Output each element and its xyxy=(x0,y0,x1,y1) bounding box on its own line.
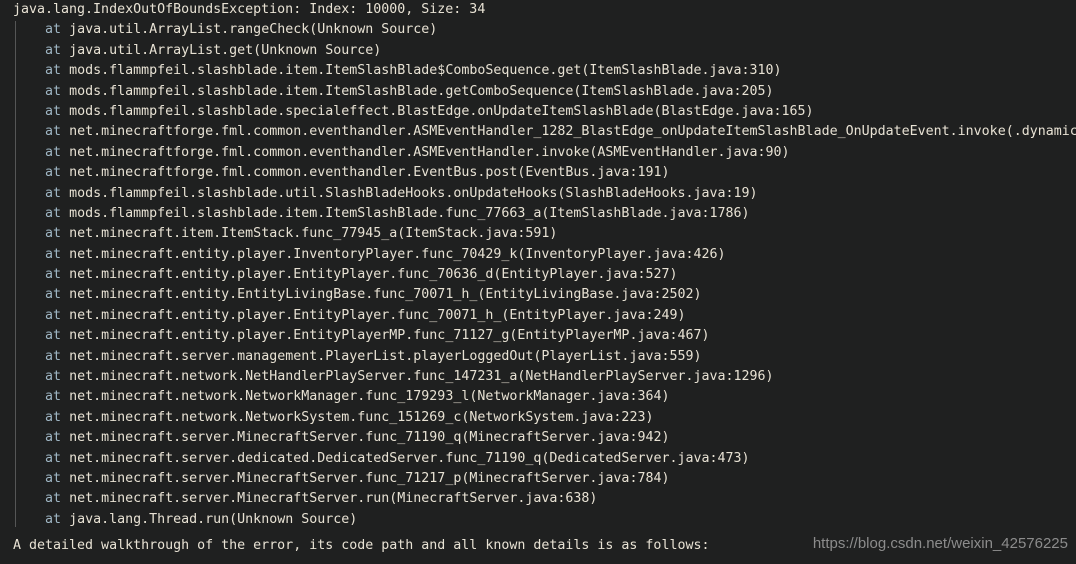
watermark-url: https://blog.csdn.net/weixin_42576225 xyxy=(812,535,1068,552)
stack-frame: at net.minecraft.entity.player.Inventory… xyxy=(0,245,1076,265)
stack-frame: at net.minecraft.network.NetworkSystem.f… xyxy=(0,408,1076,428)
stack-frame: at net.minecraft.server.dedicated.Dedica… xyxy=(0,449,1076,469)
frame-at-keyword: at xyxy=(45,185,62,201)
stack-frame: at mods.flammpfeil.slashblade.item.ItemS… xyxy=(0,204,1076,224)
frame-at-keyword: at xyxy=(45,226,62,242)
stack-frame: at net.minecraft.entity.player.EntityPla… xyxy=(0,265,1076,285)
frame-location: mods.flammpfeil.slashblade.util.SlashBla… xyxy=(69,185,758,201)
stack-frame: at mods.flammpfeil.slashblade.specialeff… xyxy=(0,102,1076,122)
frame-at-keyword: at xyxy=(45,287,62,303)
stack-frame: at net.minecraft.server.management.Playe… xyxy=(0,347,1076,367)
frame-at-keyword: at xyxy=(45,144,62,160)
frame-location: net.minecraft.entity.player.InventoryPla… xyxy=(69,246,726,262)
frame-location: net.minecraft.server.MinecraftServer.fun… xyxy=(69,470,670,486)
frame-at-keyword: at xyxy=(45,389,62,405)
summary-text: A detailed walkthrough of the error, its… xyxy=(13,538,710,553)
frame-location: net.minecraft.server.MinecraftServer.run… xyxy=(69,491,598,507)
frame-location: net.minecraft.server.management.PlayerLi… xyxy=(69,348,702,364)
frame-location: net.minecraft.entity.EntityLivingBase.fu… xyxy=(69,287,702,303)
stack-frame: at net.minecraft.server.MinecraftServer.… xyxy=(0,469,1076,489)
frame-at-keyword: at xyxy=(45,430,62,446)
frame-at-keyword: at xyxy=(45,511,62,527)
stack-frame-list: at java.util.ArrayList.rangeCheck(Unknow… xyxy=(0,20,1076,530)
frame-at-keyword: at xyxy=(45,22,62,38)
frame-at-keyword: at xyxy=(45,307,62,323)
stack-trace-body: java.lang.IndexOutOfBoundsException: Ind… xyxy=(0,0,1076,530)
frame-at-keyword: at xyxy=(45,450,62,466)
stack-frame: at java.lang.Thread.run(Unknown Source) xyxy=(0,510,1076,530)
stack-frame: at mods.flammpfeil.slashblade.item.ItemS… xyxy=(0,82,1076,102)
frame-location: mods.flammpfeil.slashblade.item.ItemSlas… xyxy=(69,205,750,221)
frame-at-keyword: at xyxy=(45,267,62,283)
stack-frame: at net.minecraft.entity.player.EntityPla… xyxy=(0,326,1076,346)
frame-at-keyword: at xyxy=(45,83,62,99)
stack-frame: at mods.flammpfeil.slashblade.util.Slash… xyxy=(0,184,1076,204)
stack-frame: at net.minecraft.server.MinecraftServer.… xyxy=(0,489,1076,509)
stack-frame: at java.util.ArrayList.get(Unknown Sourc… xyxy=(0,41,1076,61)
frame-location: net.minecraft.network.NetHandlerPlayServ… xyxy=(69,369,774,385)
stack-frame: at net.minecraft.network.NetworkManager.… xyxy=(0,387,1076,407)
frame-at-keyword: at xyxy=(45,491,62,507)
frame-location: net.minecraft.entity.player.EntityPlayer… xyxy=(69,307,686,323)
frame-location: net.minecraft.entity.player.EntityPlayer… xyxy=(69,267,678,283)
frame-location: java.lang.Thread.run(Unknown Source) xyxy=(69,511,358,527)
frame-at-keyword: at xyxy=(45,103,62,119)
frame-at-keyword: at xyxy=(45,348,62,364)
frame-at-keyword: at xyxy=(45,205,62,221)
exception-header: java.lang.IndexOutOfBoundsException: Ind… xyxy=(13,2,486,17)
frame-at-keyword: at xyxy=(45,42,62,58)
frame-location: java.util.ArrayList.get(Unknown Source) xyxy=(69,42,382,58)
frame-location: net.minecraft.network.NetworkManager.fun… xyxy=(69,389,670,405)
frame-at-keyword: at xyxy=(45,246,62,262)
stack-frame: at net.minecraft.item.ItemStack.func_779… xyxy=(0,224,1076,244)
frame-at-keyword: at xyxy=(45,124,62,140)
frame-at-keyword: at xyxy=(45,409,62,425)
stack-frame: at java.util.ArrayList.rangeCheck(Unknow… xyxy=(0,20,1076,40)
frame-at-keyword: at xyxy=(45,328,62,344)
stack-frame: at net.minecraft.entity.EntityLivingBase… xyxy=(0,285,1076,305)
stack-frame: at net.minecraftforge.fml.common.eventha… xyxy=(0,143,1076,163)
frame-location: net.minecraft.server.MinecraftServer.fun… xyxy=(69,430,670,446)
frame-at-keyword: at xyxy=(45,165,62,181)
frame-location: net.minecraft.entity.player.EntityPlayer… xyxy=(69,328,710,344)
frame-location: net.minecraft.server.dedicated.Dedicated… xyxy=(69,450,750,466)
frame-location: net.minecraftforge.fml.common.eventhandl… xyxy=(69,144,790,160)
frame-at-keyword: at xyxy=(45,63,62,79)
frame-location: net.minecraft.item.ItemStack.func_77945_… xyxy=(69,226,558,242)
frame-location: mods.flammpfeil.slashblade.item.ItemSlas… xyxy=(69,63,782,79)
frame-at-keyword: at xyxy=(45,470,62,486)
frame-location: mods.flammpfeil.slashblade.specialeffect… xyxy=(69,103,814,119)
frame-at-keyword: at xyxy=(45,369,62,385)
frame-location: net.minecraftforge.fml.common.eventhandl… xyxy=(69,124,1076,140)
stack-frame: at mods.flammpfeil.slashblade.item.ItemS… xyxy=(0,61,1076,81)
stack-frame: at net.minecraft.server.MinecraftServer.… xyxy=(0,428,1076,448)
stack-frame: at net.minecraft.network.NetHandlerPlayS… xyxy=(0,367,1076,387)
stack-frame: at net.minecraftforge.fml.common.eventha… xyxy=(0,122,1076,142)
stack-frame: at net.minecraftforge.fml.common.eventha… xyxy=(0,163,1076,183)
frame-location: mods.flammpfeil.slashblade.item.ItemSlas… xyxy=(69,83,774,99)
frame-location: net.minecraft.network.NetworkSystem.func… xyxy=(69,409,654,425)
frame-location: net.minecraftforge.fml.common.eventhandl… xyxy=(69,165,670,181)
stack-frame: at net.minecraft.entity.player.EntityPla… xyxy=(0,306,1076,326)
frame-location: java.util.ArrayList.rangeCheck(Unknown S… xyxy=(69,22,438,38)
stack-trace-console: java.lang.IndexOutOfBoundsException: Ind… xyxy=(0,0,1076,564)
